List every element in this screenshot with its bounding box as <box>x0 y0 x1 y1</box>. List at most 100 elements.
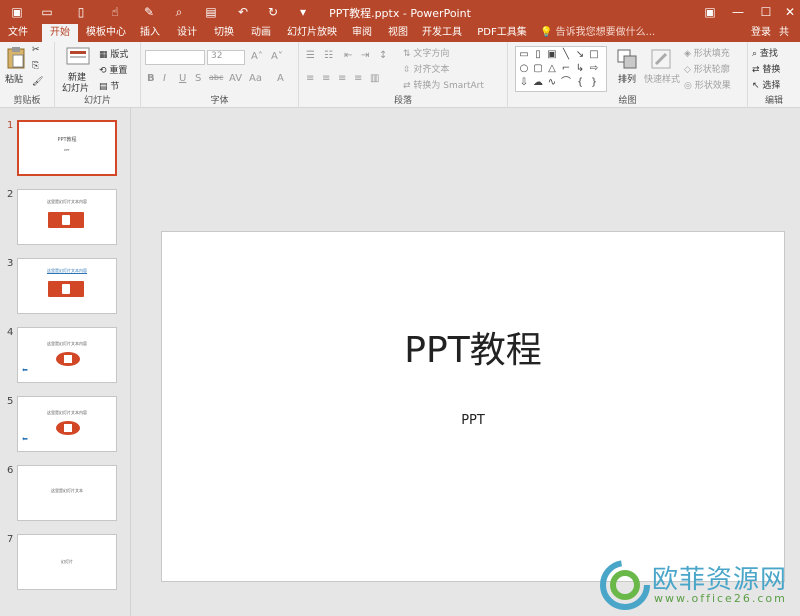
decrease-indent-icon[interactable]: ⇤ <box>344 50 352 61</box>
triangle-shape-icon[interactable]: △ <box>546 63 558 75</box>
watermark-url: www.office26.com <box>654 592 787 605</box>
textbox-shape-icon[interactable]: ▭ <box>518 49 530 61</box>
slide-subtitle[interactable]: PPT <box>162 413 784 428</box>
bold-button[interactable]: B <box>147 73 155 84</box>
smartart-button[interactable]: ⇄ 转换为 SmartArt <box>403 78 484 91</box>
line-shape-icon[interactable]: ╲ <box>560 49 572 61</box>
copy-icon[interactable]: ⎘ <box>32 61 39 71</box>
down-arrow-shape-icon[interactable]: ⇩ <box>518 77 530 89</box>
ribbon-display-icon[interactable]: ▣ <box>696 0 724 24</box>
watermark-text: 欧菲资源网 <box>652 565 788 595</box>
slide-thumbnail-6[interactable]: 这里是幻灯片文本 <box>17 465 117 521</box>
increase-indent-icon[interactable]: ⇥ <box>361 50 369 61</box>
slide-thumbnail-3[interactable]: 这里是幻灯片文本内容 <box>17 258 117 314</box>
slide-number: 3 <box>7 258 14 269</box>
right-arrow-shape-icon[interactable]: ⇨ <box>588 63 600 75</box>
cloud-shape-icon[interactable]: ☁ <box>532 77 544 89</box>
tab-insert[interactable]: 插入 <box>136 24 164 42</box>
font-color-button[interactable]: A <box>277 73 284 84</box>
thumb-subtitle: PPT <box>64 148 70 152</box>
align-text-button[interactable]: ⇳ 对齐文本 <box>403 62 449 75</box>
slide-thumbnail-5[interactable]: 这里是幻灯片文本内容 ⬅ <box>17 396 117 452</box>
picture-shape-icon[interactable]: ▣ <box>546 49 558 61</box>
rect-shape-icon[interactable]: □ <box>588 49 600 61</box>
oval-shape-icon[interactable]: ○ <box>518 63 530 75</box>
numbering-icon[interactable]: ☷ <box>324 50 333 61</box>
tab-transitions[interactable]: 切换 <box>210 24 238 42</box>
smartart-label: 转换为 SmartArt <box>413 81 484 91</box>
rounded-rect-shape-icon[interactable]: ▢ <box>532 63 544 75</box>
brace-shape-icon[interactable]: { <box>574 77 586 89</box>
columns-icon[interactable]: ▥ <box>370 73 379 84</box>
find-button[interactable]: ⌕ 查找 <box>752 46 778 59</box>
current-slide[interactable]: PPT教程 PPT <box>161 231 785 582</box>
decrease-font-icon[interactable]: A˅ <box>271 51 283 62</box>
curve-shape-icon[interactable]: ∿ <box>546 77 558 89</box>
tab-slideshow[interactable]: 幻灯片放映 <box>284 24 340 42</box>
slide-thumbnail-4[interactable]: 这里是幻灯片文本内容 ⬅ <box>17 327 117 383</box>
shape-effects-button[interactable]: ◎ 形状效果 <box>684 78 731 91</box>
font-name-box[interactable] <box>145 50 205 65</box>
slide-title[interactable]: PPT教程 <box>162 321 784 373</box>
paste-button[interactable]: 粘贴 <box>5 72 23 85</box>
arrow-line-shape-icon[interactable]: ↘ <box>574 49 586 61</box>
shape-outline-button[interactable]: ◇ 形状轮廓 <box>684 62 730 75</box>
shadow-button[interactable]: S <box>195 73 201 84</box>
tell-me-search[interactable]: 💡 告诉我您想要做什么... <box>540 24 655 42</box>
italic-button[interactable]: I <box>163 73 166 84</box>
select-button[interactable]: ↖ 选择 <box>752 78 780 91</box>
tab-templates[interactable]: 模板中心 <box>84 24 128 42</box>
arrange-icon[interactable] <box>616 48 638 70</box>
login-button[interactable]: 登录 <box>751 24 771 42</box>
shape-fill-button[interactable]: ◈ 形状填充 <box>684 46 730 59</box>
paragraph-group: ☰ ☷ ⇤ ⇥ ↕ ≡ ≡ ≡ ≡ ▥ ⇅ 文字方向 ⇳ 对齐文本 ⇄ 转换为 … <box>299 42 508 108</box>
slide-thumbnail-2[interactable]: 这里是幻灯片文本内容 <box>17 189 117 245</box>
strikethrough-button[interactable]: abc <box>209 73 223 82</box>
arrange-button[interactable]: 排列 <box>618 72 636 85</box>
increase-font-icon[interactable]: A˄ <box>251 51 263 62</box>
line-spacing-icon[interactable]: ↕ <box>379 50 387 61</box>
format-painter-button-icon[interactable]: 🖌 <box>32 77 43 87</box>
char-spacing-button[interactable]: AV <box>229 73 242 84</box>
freeform-shape-icon[interactable]: ⌒ <box>560 77 572 89</box>
share-button[interactable]: 共 <box>779 24 789 42</box>
justify-icon[interactable]: ≡ <box>354 73 362 84</box>
close-icon[interactable]: ✕ <box>776 0 800 24</box>
layout-button[interactable]: ▦ 版式 <box>99 47 128 60</box>
tab-developer[interactable]: 开发工具 <box>420 24 464 42</box>
shapes-gallery[interactable]: ▭ ▯ ▣ ╲ ↘ □ ○ ▢ △ ⌐ ↳ ⇨ ⇩ ☁ ∿ ⌒ { } <box>515 46 607 92</box>
bullets-icon[interactable]: ☰ <box>306 50 315 61</box>
slide-thumbnail-1[interactable]: PPT教程 PPT <box>17 120 117 176</box>
align-right-icon[interactable]: ≡ <box>338 73 346 84</box>
section-button[interactable]: ▤ 节 <box>99 79 119 92</box>
quick-styles-button[interactable]: 快速样式 <box>644 72 680 85</box>
editing-group: ⌕ 查找 ⇄ 替换 ↖ 选择 编辑 <box>748 42 800 108</box>
slide-thumbnail-7[interactable]: 幻灯片 <box>17 534 117 590</box>
cut-icon[interactable]: ✂ <box>32 45 40 55</box>
tab-home[interactable]: 开始 <box>42 24 78 42</box>
reset-button[interactable]: ⟲ 重置 <box>99 63 127 76</box>
tab-file[interactable]: 文件 <box>4 24 32 42</box>
tab-view[interactable]: 视图 <box>384 24 412 42</box>
paste-icon[interactable] <box>5 46 27 70</box>
quick-styles-icon[interactable] <box>650 48 672 70</box>
align-center-icon[interactable]: ≡ <box>322 73 330 84</box>
tab-pdf-tools[interactable]: PDF工具集 <box>474 24 530 42</box>
change-case-button[interactable]: Aa <box>249 73 262 84</box>
minimize-icon[interactable]: — <box>724 0 752 24</box>
align-left-icon[interactable]: ≡ <box>306 73 314 84</box>
editing-label: 编辑 <box>764 96 783 106</box>
tab-design[interactable]: 设计 <box>173 24 201 42</box>
replace-icon: ⇄ <box>752 65 760 75</box>
elbow-shape-icon[interactable]: ⌐ <box>560 63 572 75</box>
tab-animations[interactable]: 动画 <box>247 24 275 42</box>
elbow-arrow-shape-icon[interactable]: ↳ <box>574 63 586 75</box>
font-size-box[interactable]: 32 <box>207 50 245 65</box>
brace-right-shape-icon[interactable]: } <box>588 77 600 89</box>
new-slide-icon[interactable] <box>66 46 90 68</box>
replace-button[interactable]: ⇄ 替换 <box>752 62 780 75</box>
text-direction-button[interactable]: ⇅ 文字方向 <box>403 46 449 59</box>
vtextbox-shape-icon[interactable]: ▯ <box>532 49 544 61</box>
tab-review[interactable]: 审阅 <box>348 24 376 42</box>
underline-button[interactable]: U <box>179 73 186 84</box>
